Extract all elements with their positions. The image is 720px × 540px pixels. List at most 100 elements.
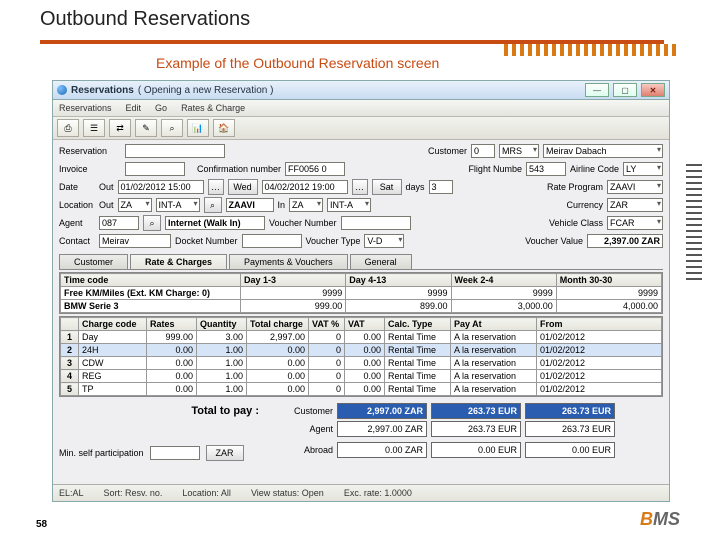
window-subtitle: ( Opening a new Reservation ) [138, 85, 274, 96]
date-in-input[interactable]: 04/02/2012 19:00 [262, 180, 348, 194]
confirmation-input[interactable]: FF0056 0 [285, 162, 345, 176]
agent-input[interactable]: 087 [99, 216, 139, 230]
maximize-button[interactable]: ▢ [613, 83, 637, 97]
vehicle-select[interactable]: FCAR [607, 216, 663, 230]
lbl-tot-customer: Customer [263, 406, 333, 416]
tot-agent-zar: 2,997.00 ZAR [337, 421, 427, 437]
tool-chart-icon[interactable]: 📊 [187, 119, 209, 137]
loc-out-country[interactable]: ZA [118, 198, 152, 212]
tab-customer[interactable]: Customer [59, 254, 128, 269]
charge-header: Pay At [451, 318, 537, 331]
rate-h4: Month 30-30 [556, 274, 661, 287]
lbl-voucher-type: Voucher Type [306, 236, 361, 246]
status-sort: Sort: Resv. no. [104, 488, 163, 498]
customer-title-select[interactable]: MRS [499, 144, 539, 158]
lbl-loc-out: Out [99, 200, 114, 210]
charge-header: VAT [345, 318, 385, 331]
app-window: Reservations ( Opening a new Reservation… [52, 80, 670, 502]
currency-select[interactable]: ZAR [607, 198, 663, 212]
lbl-voucher-no: Voucher Number [269, 218, 337, 228]
toolbar: ⎙ ☰ ⇄ ✎ ⌕ 📊 🏠 [53, 117, 669, 140]
tab-payments[interactable]: Payments & Vouchers [229, 254, 348, 269]
reservation-input[interactable] [125, 144, 225, 158]
globe-icon [57, 85, 67, 95]
tot-abroad-zar: 0.00 ZAR [337, 442, 427, 458]
date-in-picker-button[interactable]: … [352, 179, 368, 195]
charge-row[interactable]: 224H0.001.000.0000.00Rental TimeA la res… [61, 344, 662, 357]
loc-in-station[interactable]: INT-A [327, 198, 371, 212]
lbl-out: Out [99, 182, 114, 192]
lbl-total: Total to pay : [59, 405, 259, 417]
rate-h2: Day 4-13 [346, 274, 451, 287]
rate-row[interactable]: BMW Serie 3 999.00 899.00 3,000.00 4,000… [61, 300, 662, 313]
rate-h0: Time code [61, 274, 241, 287]
lbl-date: Date [59, 182, 95, 192]
lbl-customer: Customer [428, 146, 467, 156]
tot-customer-zar: 2,997.00 ZAR [337, 403, 427, 419]
docket-input[interactable] [242, 234, 302, 248]
tool-find-icon[interactable]: ⌕ [161, 119, 183, 137]
status-rate: Exc. rate: 1.0000 [344, 488, 412, 498]
tab-rate-charges[interactable]: Rate & Charges [130, 254, 227, 269]
tool-edit-icon[interactable]: ✎ [135, 119, 157, 137]
rate-row[interactable]: Free KM/Miles (Ext. KM Charge: 0) 9999 9… [61, 287, 662, 300]
rate-h3: Week 2-4 [451, 274, 556, 287]
rateprog-select[interactable]: ZAAVI [607, 180, 663, 194]
lbl-tot-abroad: Abroad [263, 445, 333, 455]
menu-reservations[interactable]: Reservations [59, 103, 112, 113]
lbl-tot-agent: Agent [263, 424, 333, 434]
lbl-loc-in: In [278, 200, 286, 210]
menu-go[interactable]: Go [155, 103, 167, 113]
agent-name: Internet (Walk In) [165, 216, 265, 230]
lbl-contact: Contact [59, 236, 95, 246]
voucher-no-input[interactable] [341, 216, 411, 230]
date-out-input[interactable]: 01/02/2012 15:00 [118, 180, 204, 194]
lbl-airline: Airline Code [570, 164, 619, 174]
close-button[interactable]: ✕ [641, 83, 665, 97]
lbl-docket: Docket Number [175, 236, 238, 246]
menu-edit[interactable]: Edit [126, 103, 142, 113]
tool-list-icon[interactable]: ☰ [83, 119, 105, 137]
charge-header: VAT % [309, 318, 345, 331]
statusbar: EL:AL Sort: Resv. no. Location: All View… [53, 484, 669, 501]
menu-rates[interactable]: Rates & Charge [181, 103, 245, 113]
customer-no-input[interactable]: 0 [471, 144, 495, 158]
minself-input[interactable] [150, 446, 200, 460]
charge-row[interactable]: 1Day999.003.002,997.0000.00Rental TimeA … [61, 331, 662, 344]
loc-out-station[interactable]: INT-A [156, 198, 200, 212]
minimize-button[interactable]: — [585, 83, 609, 97]
customer-name-select[interactable]: Meirav Dabach [543, 144, 663, 158]
lbl-invoice: Invoice [59, 164, 121, 174]
tot-abroad-eur2: 0.00 EUR [525, 442, 615, 458]
rate-h1: Day 1-3 [241, 274, 346, 287]
tool-home-icon[interactable]: 🏠 [213, 119, 235, 137]
flight-input[interactable]: 543 [526, 162, 566, 176]
tool-swap-icon[interactable]: ⇄ [109, 119, 131, 137]
page-number: 58 [36, 519, 47, 530]
lbl-agent: Agent [59, 218, 95, 228]
days-input[interactable]: 3 [429, 180, 453, 194]
lbl-reservation: Reservation [59, 146, 121, 156]
airline-select[interactable]: LY [623, 162, 663, 176]
titlebar: Reservations ( Opening a new Reservation… [53, 81, 669, 100]
contact-input[interactable]: Meirav [99, 234, 171, 248]
voucher-type-select[interactable]: V-D [364, 234, 404, 248]
dow-out: Wed [228, 179, 258, 195]
lbl-currency: Currency [566, 200, 603, 210]
invoice-input[interactable] [125, 162, 185, 176]
loc-out-lookup-button[interactable]: ⌕ [204, 197, 222, 213]
charge-row[interactable]: 5TP0.001.000.0000.00Rental TimeA la rese… [61, 383, 662, 396]
tot-customer-eur1: 263.73 EUR [431, 403, 521, 419]
agent-lookup-button[interactable]: ⌕ [143, 215, 161, 231]
lbl-minself: Min. self participation [59, 448, 144, 458]
tot-customer-eur2: 263.73 EUR [525, 403, 615, 419]
charge-row[interactable]: 3CDW0.001.000.0000.00Rental TimeA la res… [61, 357, 662, 370]
charge-row[interactable]: 4REG0.001.000.0000.00Rental TimeA la res… [61, 370, 662, 383]
date-out-picker-button[interactable]: … [208, 179, 224, 195]
tool-save-icon[interactable]: ⎙ [57, 119, 79, 137]
charge-header: Total charge [247, 318, 309, 331]
loc-in-country[interactable]: ZA [289, 198, 323, 212]
tabstrip: Customer Rate & Charges Payments & Vouch… [59, 254, 663, 270]
tab-general[interactable]: General [350, 254, 412, 269]
tot-abroad-eur1: 0.00 EUR [431, 442, 521, 458]
